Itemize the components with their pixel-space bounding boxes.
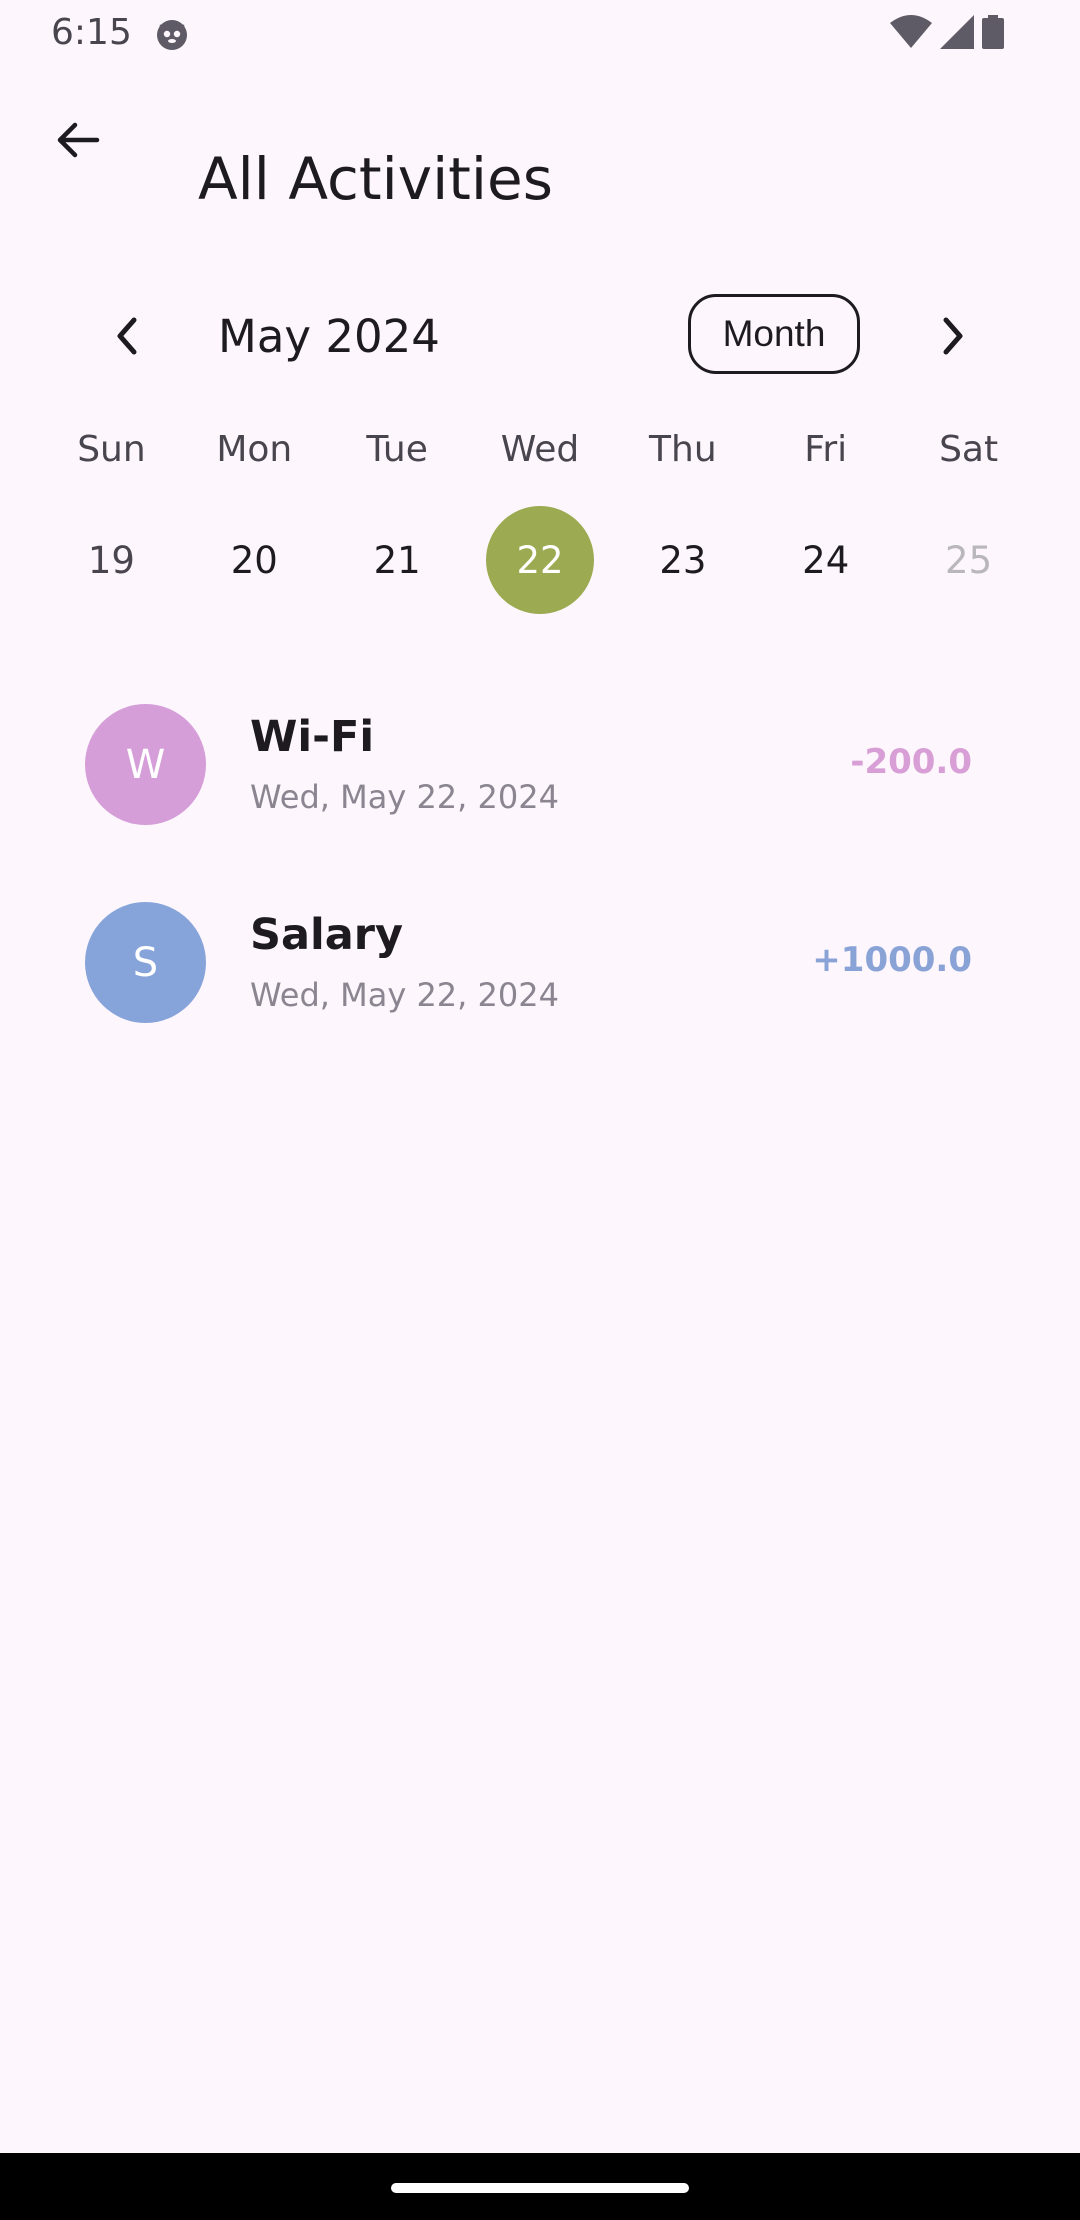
day-of-week-label: Sat [939,429,999,470]
transaction-item[interactable]: S Salary Wed, May 22, 2024 +1000.0 [0,888,1080,1086]
arrow-back-icon [53,116,101,168]
day-cell[interactable]: 20 [200,506,308,614]
day-cell[interactable]: 19 [57,506,165,614]
battery-icon [982,15,1004,53]
transaction-date: Wed, May 22, 2024 [250,976,559,1014]
next-week-button[interactable] [924,310,980,366]
day-column: Sun 19 [40,420,183,614]
day-column: Fri 24 [754,420,897,614]
day-cell[interactable]: 21 [343,506,451,614]
previous-week-button[interactable] [100,310,156,366]
avatar: W [85,704,206,825]
day-of-week-label: Tue [366,429,428,470]
wifi-icon [890,15,932,53]
chevron-right-icon [936,316,968,360]
transaction-item[interactable]: W Wi-Fi Wed, May 22, 2024 -200.0 [0,690,1080,888]
day-cell[interactable]: 24 [772,506,880,614]
transaction-amount: +1000.0 [812,940,972,980]
avatar: S [85,902,206,1023]
back-button[interactable] [40,110,114,174]
month-label[interactable]: May 2024 [218,310,440,363]
page-title: All Activities [198,144,553,213]
day-column: Thu 23 [611,420,754,614]
day-cell[interactable]: 23 [629,506,737,614]
day-of-week-label: Thu [649,429,717,470]
day-of-week-label: Mon [216,429,293,470]
day-column: Mon 20 [183,420,326,614]
day-column: Tue 21 [326,420,469,614]
week-row: Sun 19 Mon 20 Tue 21 Wed 22 Thu 23 Fri 2… [40,420,1040,614]
selected-day-cell[interactable]: 22 [486,506,594,614]
transaction-amount: -200.0 [850,742,972,782]
home-gesture-handle[interactable] [391,2183,689,2193]
system-navigation-bar [0,2153,1080,2220]
calendar-format-button[interactable]: Month [688,294,860,374]
day-column: Sat 25 [897,420,1040,614]
cellular-signal-icon [940,15,974,53]
chevron-left-icon [112,316,144,360]
day-cell[interactable]: 25 [915,506,1023,614]
status-time: 6:15 [51,12,132,53]
status-bar: 6:15 [0,0,1080,66]
app-bar: All Activities [0,90,1080,213]
transaction-date: Wed, May 22, 2024 [250,778,559,816]
status-icons [890,15,1004,53]
calendar-header: May 2024 Month [0,290,1080,380]
day-column: Wed 22 [469,420,612,614]
day-of-week-label: Wed [500,429,580,470]
day-of-week-label: Fri [804,429,848,470]
transaction-name: Salary [250,910,403,960]
transaction-list: W Wi-Fi Wed, May 22, 2024 -200.0 S Salar… [0,690,1080,1086]
day-of-week-label: Sun [77,429,146,470]
transaction-name: Wi-Fi [250,712,375,762]
app-notification-icon [154,16,190,52]
